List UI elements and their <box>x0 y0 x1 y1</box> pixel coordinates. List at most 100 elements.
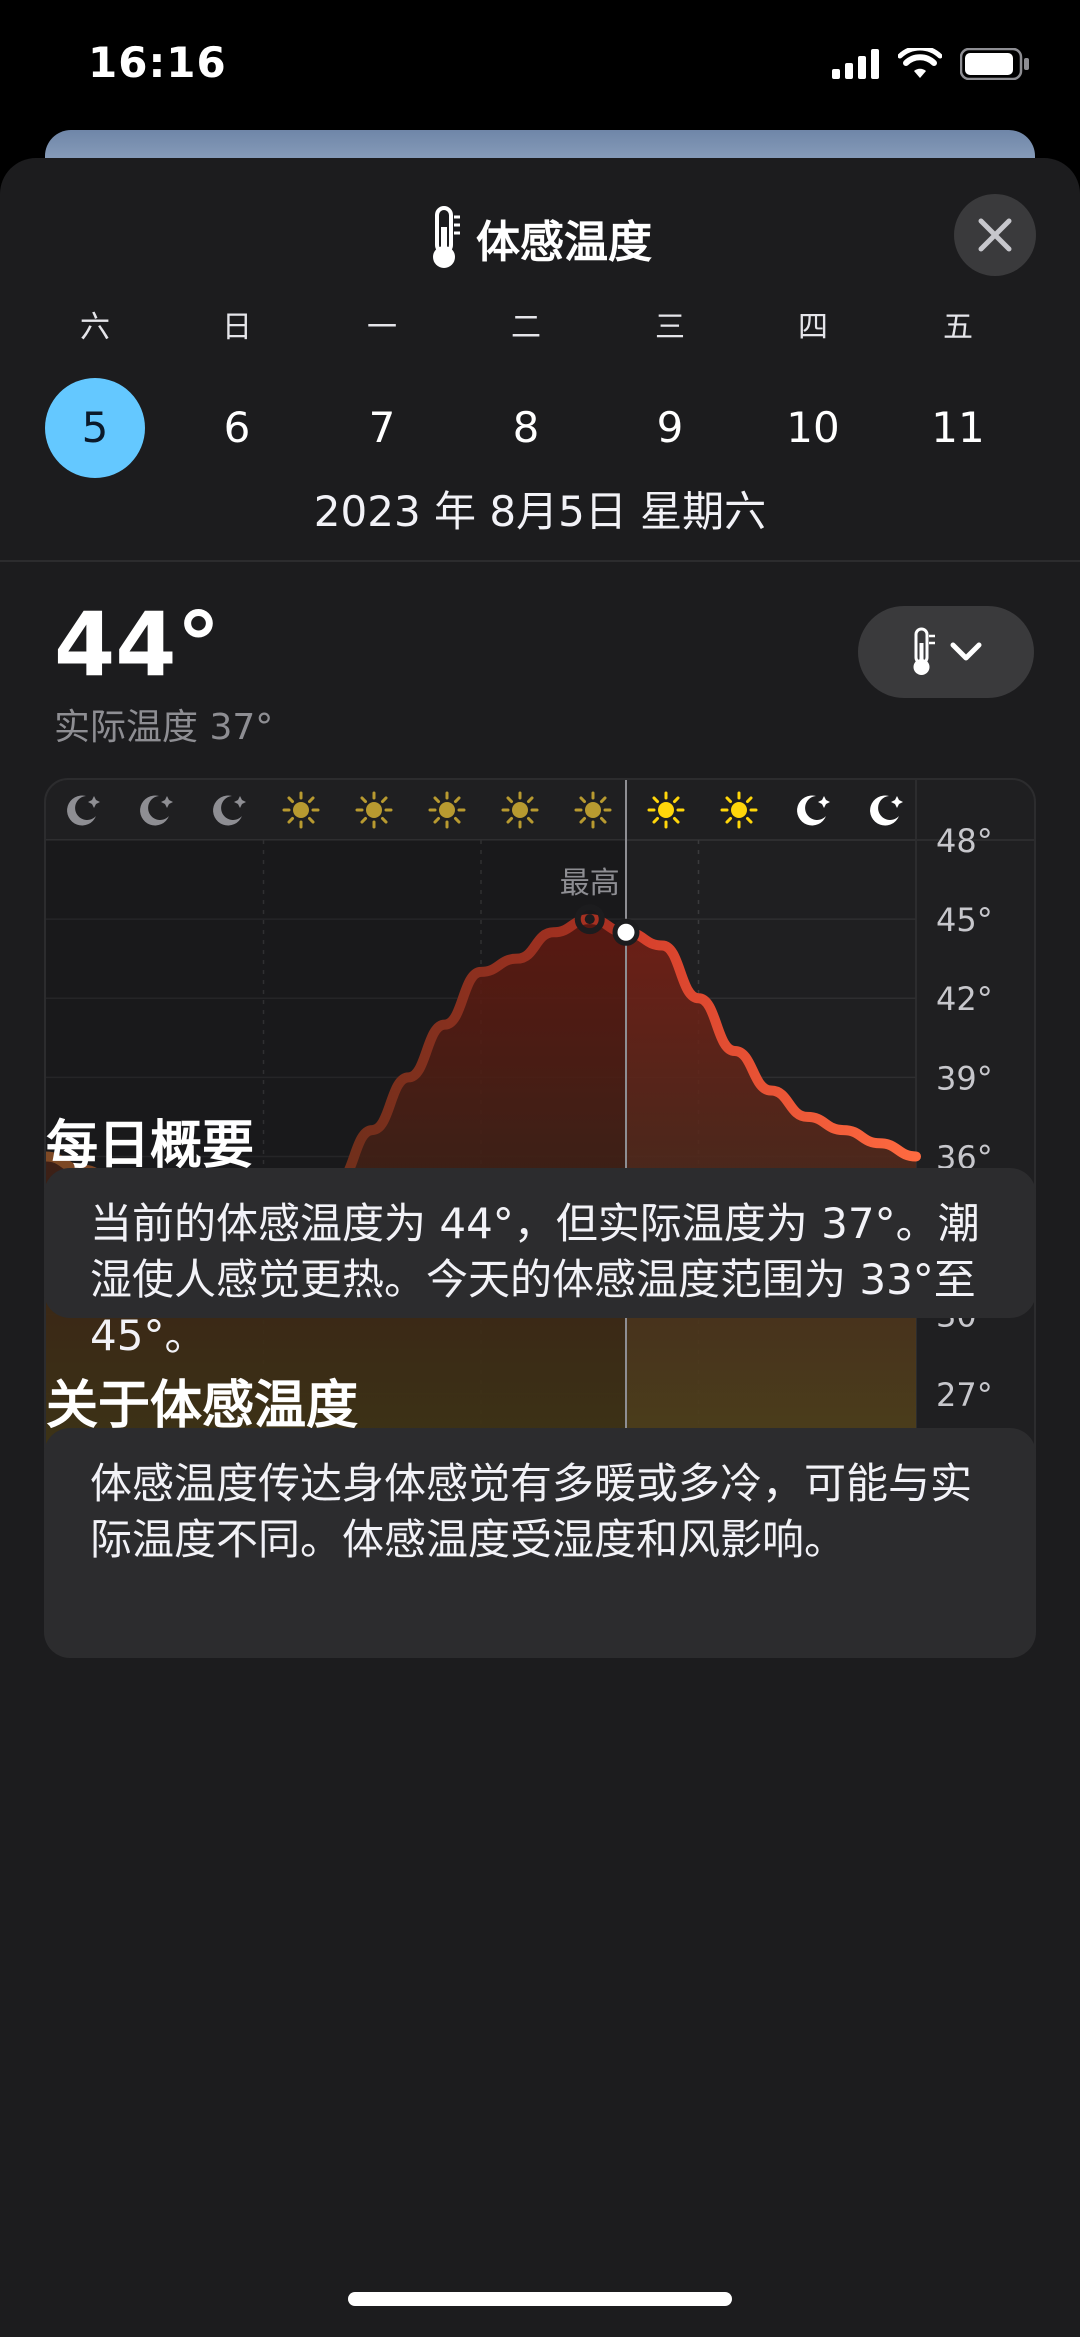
sheet-header: 体感温度 <box>0 198 1080 278</box>
moon-icon <box>140 795 173 826</box>
day-weekday: 二 <box>511 310 541 345</box>
sun-ray <box>599 816 607 824</box>
wifi-icon <box>898 48 942 78</box>
star-shape <box>88 796 100 808</box>
day-date: 8 <box>512 403 540 452</box>
feels-like-value: 44° <box>54 593 221 696</box>
sun-ray <box>307 816 315 824</box>
sun-icon <box>720 791 758 829</box>
moon-icon <box>870 795 903 826</box>
sun-ray <box>307 796 315 804</box>
sun-ray <box>579 796 587 804</box>
sun-ray <box>526 816 534 824</box>
about-text: 体感温度传达身体感觉有多暖或多冷，可能与实际温度不同。体感温度受湿度和风影响。 <box>90 1459 973 1564</box>
sun-ray <box>506 816 514 824</box>
status-icons <box>832 48 1030 80</box>
close-icon <box>978 218 1012 252</box>
sun-ray <box>433 796 441 804</box>
y-tick-label: 39° <box>936 1059 993 1097</box>
day-weekday: 四 <box>798 310 828 345</box>
sun-ray <box>652 796 660 804</box>
day-tue[interactable]: 二 8 <box>471 308 581 478</box>
moon-icon <box>67 795 100 826</box>
star-shape <box>818 796 830 808</box>
about-title: 关于体感温度 <box>46 1376 359 1436</box>
metric-selector-button[interactable] <box>858 606 1034 698</box>
sun-core <box>293 802 309 818</box>
max-point-center <box>584 914 595 925</box>
day-date: 5 <box>45 378 145 478</box>
max-label: 最高 <box>560 866 620 901</box>
day-fri[interactable]: 五 11 <box>903 308 1013 478</box>
cellular-signal-icon <box>832 49 879 79</box>
day-weekday: 三 <box>655 310 685 345</box>
day-weekday: 五 <box>943 310 973 345</box>
chevron-down-icon <box>950 642 982 661</box>
sun-ray <box>745 796 753 804</box>
moon-icon <box>797 795 830 826</box>
sun-icon <box>574 791 612 829</box>
thermometer-icon <box>433 206 460 268</box>
day-weekday: 六 <box>80 310 110 345</box>
sun-ray <box>725 816 733 824</box>
sun-ray <box>433 816 441 824</box>
sun-ray <box>599 796 607 804</box>
sun-ray <box>506 796 514 804</box>
day-weekday: 日 <box>222 310 252 345</box>
day-date: 10 <box>786 403 840 452</box>
sun-icon <box>355 791 393 829</box>
day-wed[interactable]: 三 9 <box>615 308 725 478</box>
sun-ray <box>672 816 680 824</box>
sun-core <box>731 802 747 818</box>
status-bar: 16:16 <box>0 0 1080 140</box>
sun-ray <box>360 816 368 824</box>
close-button[interactable] <box>954 194 1036 276</box>
sun-core <box>585 802 601 818</box>
star-shape <box>234 796 246 808</box>
thermometer-icon <box>913 627 935 675</box>
day-thu[interactable]: 四 10 <box>758 308 868 478</box>
moon-shape <box>797 795 826 826</box>
sun-core <box>366 802 382 818</box>
sun-ray <box>579 816 587 824</box>
battery-icon <box>960 48 1029 80</box>
sun-ray <box>360 796 368 804</box>
sun-ray <box>526 796 534 804</box>
y-tick-label: 42° <box>936 980 993 1018</box>
summary-title: 每日概要 <box>46 1116 255 1176</box>
sun-icon <box>647 791 685 829</box>
moon-icon <box>213 795 246 826</box>
sun-ray <box>672 796 680 804</box>
day-mon[interactable]: 一 7 <box>327 308 437 478</box>
summary-card: 当前的体感温度为 44°，但实际温度为 37°。潮湿使人感觉更热。今天的体感温度… <box>44 1168 1036 1360</box>
sun-icon <box>501 791 539 829</box>
divider <box>0 560 1080 562</box>
day-weekday: 一 <box>367 310 397 345</box>
day-date: 11 <box>931 403 985 452</box>
star-shape <box>891 796 903 808</box>
sun-core <box>439 802 455 818</box>
day-sun[interactable]: 日 6 <box>182 308 292 478</box>
moon-shape <box>140 795 169 826</box>
current-point <box>612 918 640 946</box>
sun-ray <box>652 816 660 824</box>
star-shape <box>161 796 173 808</box>
sun-core <box>658 802 674 818</box>
sun-ray <box>380 796 388 804</box>
sun-core <box>512 802 528 818</box>
sun-ray <box>725 796 733 804</box>
day-date: 7 <box>368 403 396 452</box>
feels-like-sheet: 体感温度 六 5 日 6 一 7 二 8 三 9 四 10 五 11 2023 … <box>0 158 1080 2337</box>
home-indicator[interactable] <box>348 2292 732 2306</box>
day-sat[interactable]: 六 5 <box>40 308 150 478</box>
moon-shape <box>213 795 242 826</box>
moon-shape <box>870 795 899 826</box>
sun-ray <box>287 796 295 804</box>
day-date: 9 <box>656 403 684 452</box>
sun-ray <box>380 816 388 824</box>
full-date: 2023 年 8月5日 星期六 <box>313 487 767 536</box>
status-time: 16:16 <box>88 38 227 87</box>
sheet-title: 体感温度 <box>476 217 652 268</box>
day-date: 6 <box>223 403 251 452</box>
y-tick-label: 27° <box>936 1376 993 1414</box>
